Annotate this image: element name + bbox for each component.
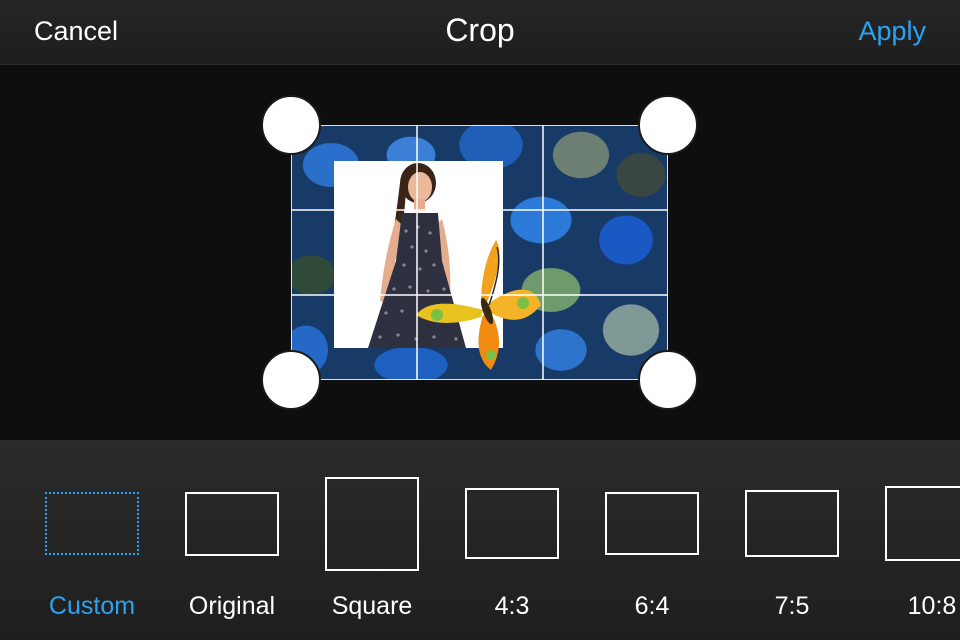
ratio-option-custom[interactable]: Custom — [22, 440, 162, 640]
crop-canvas — [0, 65, 960, 440]
top-toolbar: Cancel Crop Apply — [0, 0, 960, 65]
ratio-label: 7:5 — [774, 592, 810, 620]
apply-button[interactable]: Apply — [858, 16, 926, 47]
ratio-label: Square — [331, 592, 413, 620]
ratio-option-7-5[interactable]: 7:5 — [722, 440, 862, 640]
crop-frame[interactable] — [291, 125, 668, 380]
crop-handle-top-right[interactable] — [638, 95, 698, 155]
ratio-label: 10:8 — [907, 592, 957, 620]
ratio-option-original[interactable]: Original — [162, 440, 302, 640]
ratio-label: 4:3 — [494, 592, 530, 620]
ratio-label: Original — [188, 592, 276, 620]
crop-handle-bottom-left[interactable] — [261, 350, 321, 410]
ratio-4-3-icon — [465, 488, 559, 559]
ratio-option-6-4[interactable]: 6:4 — [582, 440, 722, 640]
ratio-custom-icon — [45, 492, 139, 555]
crop-handle-top-left[interactable] — [261, 95, 321, 155]
ratio-6-4-icon — [605, 492, 699, 555]
page-title: Crop — [445, 12, 515, 48]
ratio-label: Custom — [48, 592, 136, 620]
ratio-10-8-icon — [885, 486, 960, 561]
ratio-option-10-8[interactable]: 10:8 — [862, 440, 960, 640]
ratio-option-4-3[interactable]: 4:3 — [442, 440, 582, 640]
aspect-ratio-bar: Custom Original Square 4:3 6:4 7:5 10:8 — [0, 440, 960, 640]
ratio-7-5-icon — [745, 490, 839, 557]
photo-preview — [291, 125, 668, 380]
ratio-square-icon — [325, 477, 419, 571]
ratio-label: 6:4 — [634, 592, 670, 620]
ratio-original-icon — [185, 492, 279, 556]
ratio-option-square[interactable]: Square — [302, 440, 442, 640]
crop-handle-bottom-right[interactable] — [638, 350, 698, 410]
